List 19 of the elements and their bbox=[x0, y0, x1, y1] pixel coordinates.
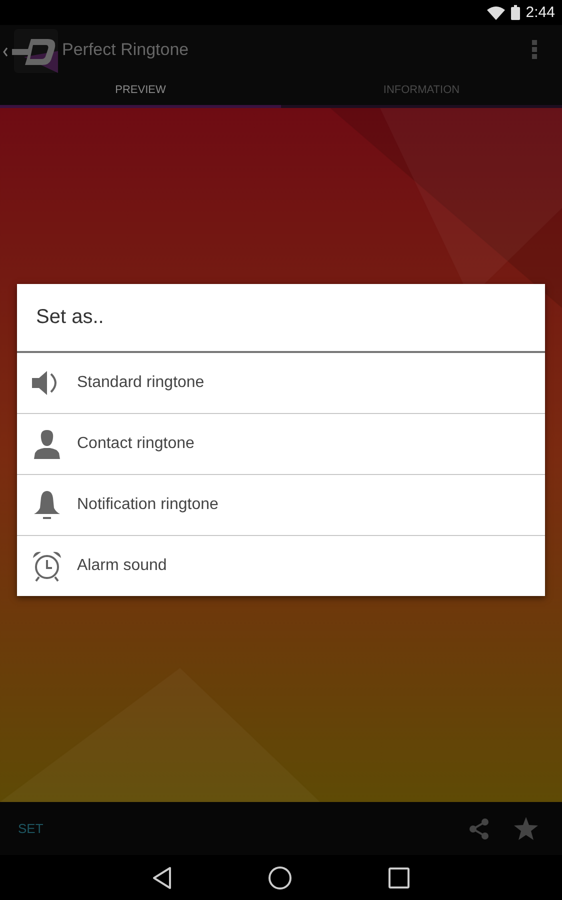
home-icon[interactable] bbox=[268, 866, 292, 890]
star-icon[interactable] bbox=[514, 817, 538, 840]
dialog-option[interactable]: Contact ringtone bbox=[17, 413, 545, 474]
wifi-icon bbox=[486, 6, 505, 20]
alarm-clock-icon bbox=[32, 550, 62, 582]
app-logo-icon[interactable] bbox=[2, 27, 58, 73]
person-icon bbox=[32, 429, 62, 459]
recents-icon[interactable] bbox=[388, 866, 410, 888]
back-icon[interactable] bbox=[152, 866, 172, 890]
clock-time: 2:44 bbox=[526, 4, 555, 21]
dialog-option[interactable]: Alarm sound bbox=[17, 535, 545, 596]
dialog-title: Set as.. bbox=[17, 284, 545, 353]
dialog-option[interactable]: Standard ringtone bbox=[17, 353, 545, 413]
app-title: Perfect Ringtone bbox=[62, 40, 190, 60]
battery-icon bbox=[510, 5, 520, 20]
dialog-option[interactable]: Notification ringtone bbox=[17, 474, 545, 535]
overflow-menu-icon[interactable] bbox=[532, 40, 538, 60]
share-icon[interactable] bbox=[468, 818, 490, 840]
bell-icon bbox=[32, 490, 62, 520]
